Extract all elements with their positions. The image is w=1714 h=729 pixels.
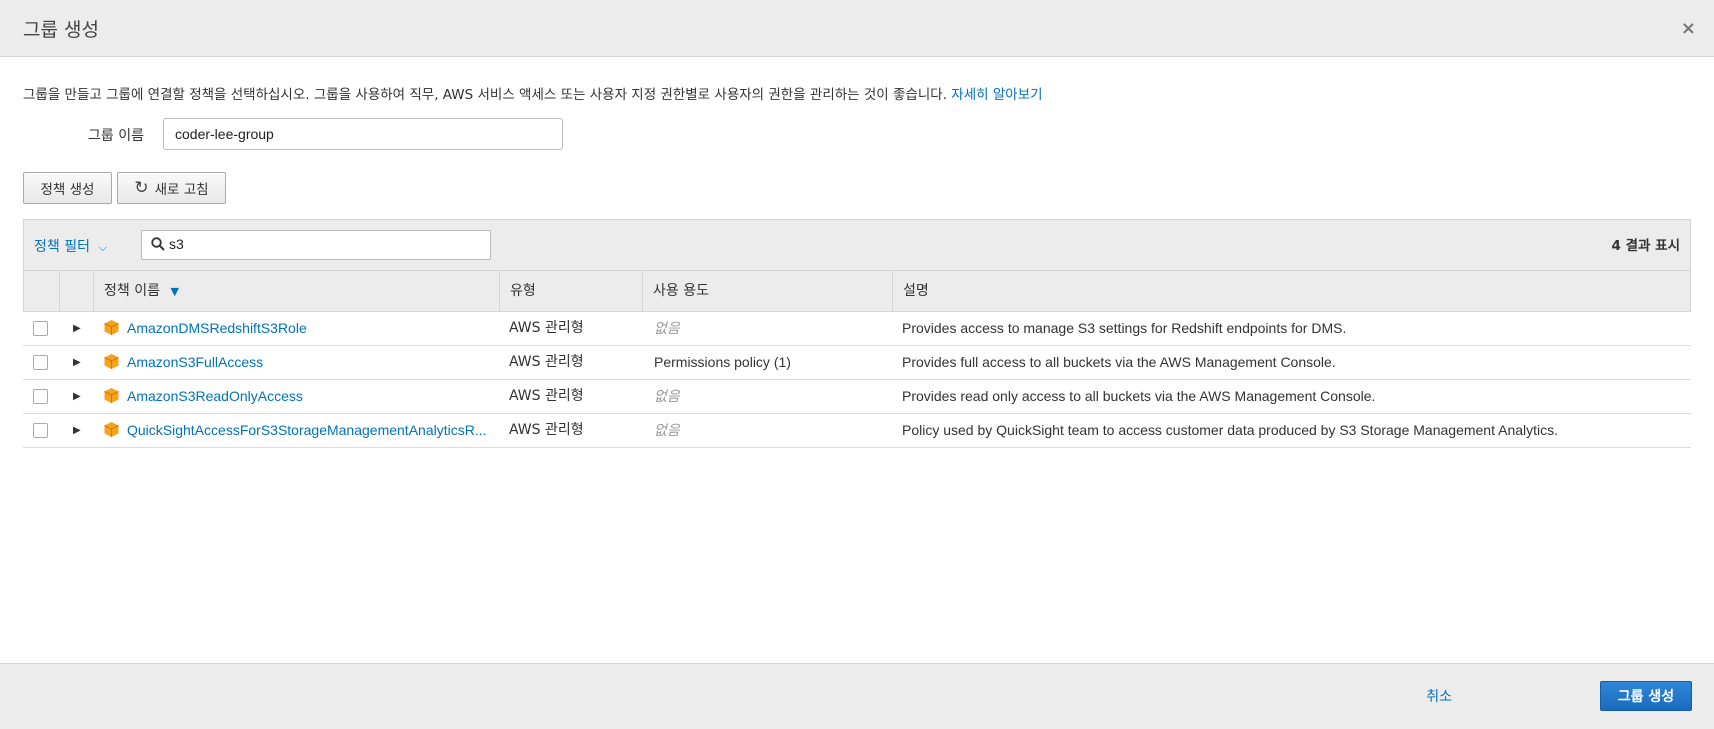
policy-description: Provides access to manage S3 settings fo…	[902, 320, 1347, 336]
policy-name-link[interactable]: AmazonDMSRedshiftS3Role	[127, 312, 307, 345]
cancel-button[interactable]: 취소	[1426, 686, 1452, 706]
policy-description: Provides read only access to all buckets…	[902, 388, 1376, 404]
aws-box-icon	[104, 388, 119, 403]
column-header-name-label: 정책 이름	[104, 283, 160, 299]
close-icon[interactable]: ×	[1681, 18, 1696, 39]
policy-usage: 없음	[654, 320, 680, 336]
select-column-header	[24, 271, 60, 311]
policy-name-link[interactable]: AmazonS3ReadOnlyAccess	[127, 380, 303, 413]
group-name-input[interactable]: coder-lee-group	[163, 118, 563, 150]
column-header-name[interactable]: 정책 이름 ▼	[94, 271, 500, 311]
caret-right-icon[interactable]: ▶	[73, 312, 81, 345]
search-input[interactable]: s3	[141, 230, 491, 260]
filter-bar: 정책 필터 ⌵ s3 4 결과 표시	[23, 219, 1691, 271]
caret-right-icon[interactable]: ▶	[73, 414, 81, 447]
refresh-button[interactable]: ↻ 새로 고침	[117, 172, 226, 204]
search-icon	[151, 237, 165, 251]
description: 그룹을 만들고 그룹에 연결할 정책을 선택하십시오. 그룹을 사용하여 직무,…	[23, 83, 1043, 103]
modal-header: 그룹 생성 ×	[0, 0, 1714, 57]
table-header: 정책 이름 ▼ 유형 사용 용도 설명	[23, 271, 1691, 312]
policy-type: AWS 관리형	[509, 320, 584, 336]
modal-footer: 취소 그룹 생성	[0, 663, 1714, 729]
learn-more-link[interactable]: 자세히 알아보기	[951, 87, 1042, 103]
policy-usage: 없음	[654, 388, 680, 404]
table-row: ▶ AmazonS3FullAccess AWS 관리형 Permissions…	[23, 346, 1691, 380]
column-header-usage[interactable]: 사용 용도	[643, 271, 893, 311]
sort-down-icon: ▼	[170, 285, 179, 298]
result-count: 4 결과 표시	[1611, 238, 1680, 254]
caret-right-icon[interactable]: ▶	[73, 346, 81, 379]
policy-name-link[interactable]: AmazonS3FullAccess	[127, 346, 263, 379]
policy-filter-dropdown[interactable]: 정책 필터 ⌵	[34, 236, 107, 256]
refresh-icon: ↻	[134, 177, 149, 198]
chevron-down-icon: ⌵	[98, 241, 107, 254]
policy-type: AWS 관리형	[509, 422, 584, 438]
expand-column-header	[60, 271, 94, 311]
description-text: 그룹을 만들고 그룹에 연결할 정책을 선택하십시오. 그룹을 사용하여 직무,…	[23, 87, 947, 103]
aws-box-icon	[104, 320, 119, 335]
group-name-label: 그룹 이름	[88, 128, 144, 144]
policy-table: 정책 이름 ▼ 유형 사용 용도 설명 ▶ AmazonDMSRedshiftS…	[23, 271, 1691, 448]
policy-name-link[interactable]: QuickSightAccessForS3StorageManagementAn…	[127, 414, 487, 447]
create-group-button[interactable]: 그룹 생성	[1600, 681, 1692, 711]
row-checkbox[interactable]	[33, 321, 48, 336]
aws-box-icon	[104, 422, 119, 437]
policy-type: AWS 관리형	[509, 388, 584, 404]
row-checkbox[interactable]	[33, 423, 48, 438]
create-policy-button[interactable]: 정책 생성	[23, 172, 112, 204]
refresh-label: 새로 고침	[154, 182, 209, 198]
policy-type: AWS 관리형	[509, 354, 584, 370]
policy-usage: Permissions policy (1)	[654, 354, 791, 370]
policy-usage: 없음	[654, 422, 680, 438]
column-header-description[interactable]: 설명	[893, 271, 1691, 311]
policy-filter-label: 정책 필터	[34, 239, 90, 255]
policy-description: Provides full access to all buckets via …	[902, 354, 1336, 370]
row-checkbox[interactable]	[33, 355, 48, 370]
table-row: ▶ QuickSightAccessForS3StorageManagement…	[23, 414, 1691, 448]
modal-title: 그룹 생성	[23, 19, 99, 41]
create-policy-label: 정책 생성	[40, 182, 95, 198]
policy-description: Policy used by QuickSight team to access…	[902, 422, 1559, 438]
column-header-type[interactable]: 유형	[500, 271, 643, 311]
aws-box-icon	[104, 354, 119, 369]
caret-right-icon[interactable]: ▶	[73, 380, 81, 413]
table-row: ▶ AmazonS3ReadOnlyAccess AWS 관리형 없음 Prov…	[23, 380, 1691, 414]
table-row: ▶ AmazonDMSRedshiftS3Role AWS 관리형 없음 Pro…	[23, 312, 1691, 346]
search-value: s3	[169, 236, 184, 252]
row-checkbox[interactable]	[33, 389, 48, 404]
